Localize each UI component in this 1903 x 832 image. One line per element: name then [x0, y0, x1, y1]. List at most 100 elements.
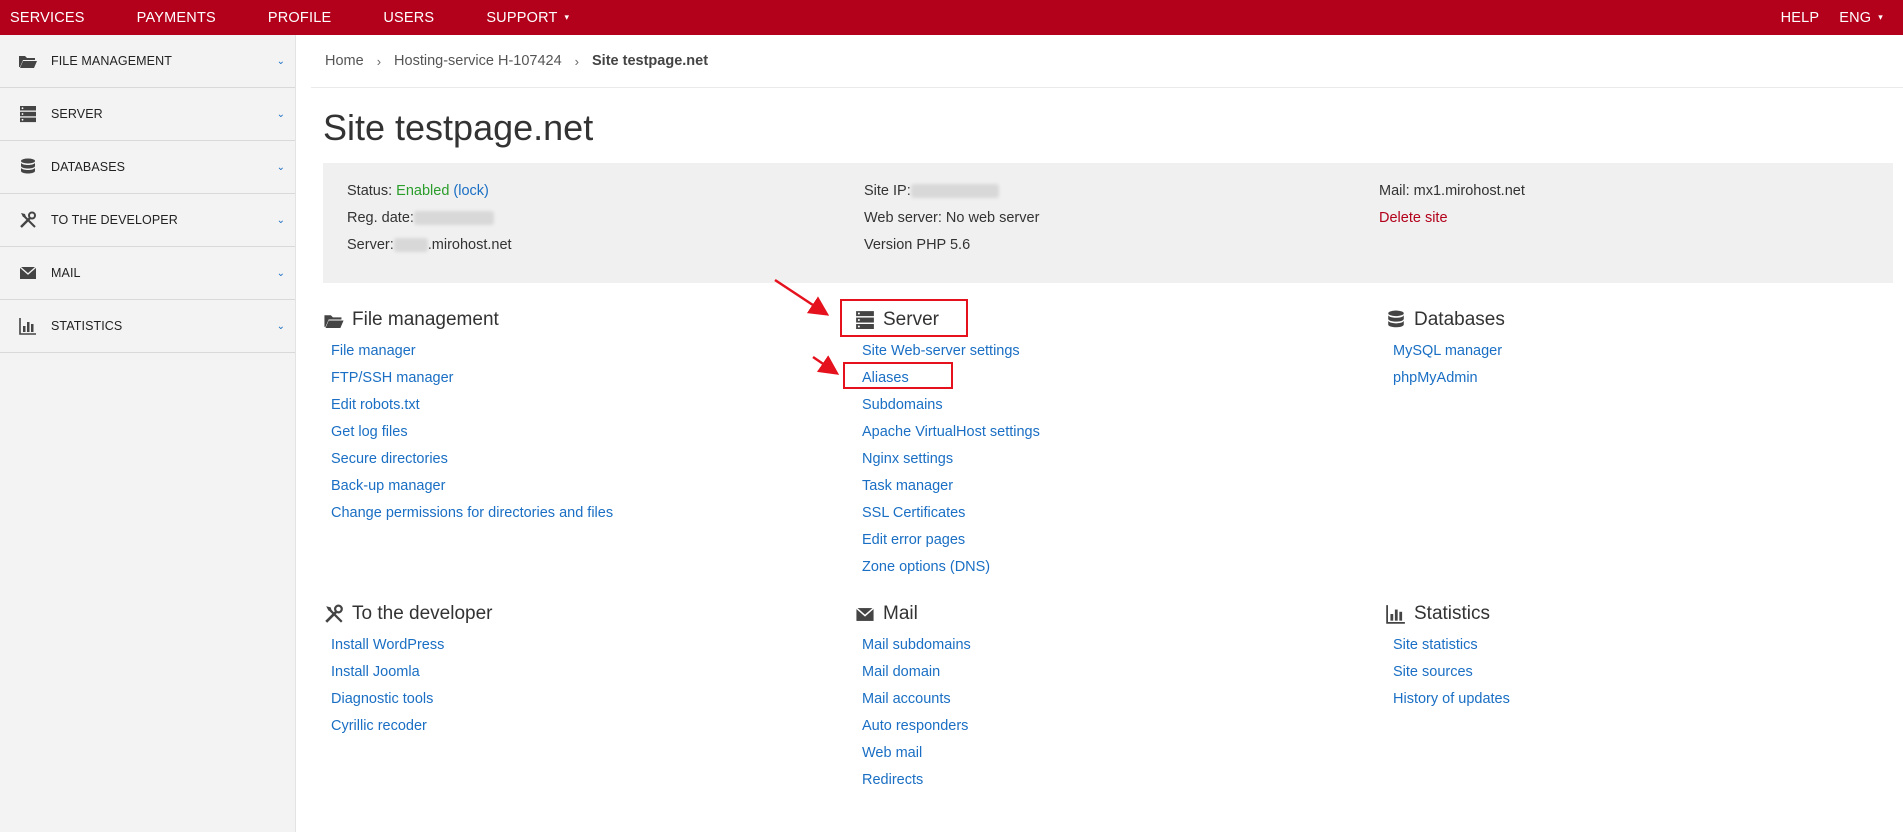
- php-version-line: Version PHP 5.6: [864, 237, 971, 253]
- section-title: Databases: [1414, 309, 1505, 330]
- sidebar-item-mail[interactable]: MAIL ⌄: [0, 247, 295, 300]
- link-ssl-certificates[interactable]: SSL Certificates: [862, 500, 1040, 527]
- chevron-right-icon: ›: [574, 53, 580, 69]
- status-badge: Enabled: [396, 183, 450, 199]
- nav-users[interactable]: USERS: [373, 0, 444, 35]
- link-edit-error-pages[interactable]: Edit error pages: [862, 527, 1040, 554]
- tools-icon: [323, 604, 345, 623]
- site-ip-label: Site IP:: [864, 183, 911, 199]
- nav-profile[interactable]: PROFILE: [258, 0, 341, 35]
- link-redirects[interactable]: Redirects: [862, 767, 971, 794]
- sidebar-item-databases[interactable]: DATABASES ⌄: [0, 141, 295, 194]
- database-icon: [18, 158, 38, 176]
- nav-services[interactable]: SERVICES: [0, 0, 95, 35]
- link-history-of-updates[interactable]: History of updates: [1393, 686, 1510, 713]
- breadcrumb-home[interactable]: Home: [325, 53, 364, 69]
- page-title: Site testpage.net: [323, 107, 594, 148]
- breadcrumb-current: Site testpage.net: [592, 53, 709, 69]
- link-install-wordpress[interactable]: Install WordPress: [331, 632, 493, 659]
- link-web-mail[interactable]: Web mail: [862, 740, 971, 767]
- mail-line: Mail: mx1.mirohost.net: [1379, 183, 1525, 199]
- envelope-icon: [854, 605, 876, 623]
- link-task-manager[interactable]: Task manager: [862, 473, 1040, 500]
- sidebar-item-label: DATABASES: [51, 160, 126, 174]
- annotation-arrow-server: [774, 278, 830, 316]
- section-title: Mail: [883, 603, 918, 624]
- nav-payments[interactable]: PAYMENTS: [127, 0, 226, 35]
- sidebar-item-statistics[interactable]: STATISTICS ⌄: [0, 300, 295, 353]
- section-title: File management: [352, 309, 499, 330]
- server-value: .mirohost.net: [427, 237, 512, 253]
- chevron-down-icon: ▾: [1878, 12, 1883, 22]
- top-navigation-bar: SERVICES PAYMENTS PROFILE USERS SUPPORT …: [0, 0, 1903, 35]
- chevron-down-icon: ▾: [564, 12, 570, 22]
- link-nginx-settings[interactable]: Nginx settings: [862, 446, 1040, 473]
- section-databases: Databases MySQL manager phpMyAdmin: [1385, 307, 1505, 392]
- link-change-permissions[interactable]: Change permissions for directories and f…: [331, 500, 613, 527]
- sidebar-item-file-management[interactable]: FILE MANAGEMENT ⌄: [0, 35, 295, 88]
- link-secure-directories[interactable]: Secure directories: [331, 446, 613, 473]
- language-selector[interactable]: ENG ▾: [1829, 0, 1893, 35]
- link-ftp-ssh-manager[interactable]: FTP/SSH manager: [331, 365, 613, 392]
- link-file-manager[interactable]: File manager: [331, 338, 613, 365]
- nav-help[interactable]: HELP: [1771, 0, 1830, 35]
- breadcrumb: Home › Hosting-service H-107424 › Site t…: [325, 35, 708, 87]
- section-server: Server Site Web-server settings Aliases …: [854, 307, 1040, 581]
- link-mail-accounts[interactable]: Mail accounts: [862, 686, 971, 713]
- server-icon: [18, 105, 38, 123]
- redacted-value: [910, 184, 999, 199]
- redacted-value: [393, 238, 428, 253]
- breadcrumb-hosting-service[interactable]: Hosting-service H-107424: [394, 53, 562, 69]
- chevron-down-icon: ⌄: [276, 214, 285, 226]
- lock-link[interactable]: (lock): [453, 183, 488, 199]
- reg-date-line: Reg. date:: [347, 210, 494, 226]
- sidebar-item-developer[interactable]: TO THE DEVELOPER ⌄: [0, 194, 295, 247]
- status-label: Status:: [347, 183, 393, 199]
- link-cyrillic-recoder[interactable]: Cyrillic recoder: [331, 713, 493, 740]
- database-icon: [1385, 310, 1407, 329]
- chevron-down-icon: ⌄: [276, 320, 285, 332]
- link-apache-virtualhost[interactable]: Apache VirtualHost settings: [862, 419, 1040, 446]
- section-file-management: File management File manager FTP/SSH man…: [323, 307, 613, 527]
- bar-chart-icon: [1385, 605, 1407, 624]
- link-zone-options[interactable]: Zone options (DNS): [862, 554, 1040, 581]
- section-title: To the developer: [352, 603, 493, 624]
- nav-support-label: SUPPORT: [486, 9, 558, 26]
- link-diagnostic-tools[interactable]: Diagnostic tools: [331, 686, 493, 713]
- sidebar-item-label: FILE MANAGEMENT: [51, 54, 172, 68]
- link-auto-responders[interactable]: Auto responders: [862, 713, 971, 740]
- section-title: Statistics: [1414, 603, 1491, 624]
- site-info-panel: Status: Enabled (lock) Reg. date: Server…: [323, 163, 1893, 283]
- folder-icon: [18, 52, 38, 70]
- link-install-joomla[interactable]: Install Joomla: [331, 659, 493, 686]
- sidebar-item-label: STATISTICS: [51, 319, 123, 333]
- web-server-line: Web server: No web server: [864, 210, 1040, 226]
- link-site-statistics[interactable]: Site statistics: [1393, 632, 1510, 659]
- nav-support[interactable]: SUPPORT ▾: [476, 0, 579, 35]
- chevron-down-icon: ⌄: [276, 267, 285, 279]
- link-edit-robots[interactable]: Edit robots.txt: [331, 392, 613, 419]
- link-mysql-manager[interactable]: MySQL manager: [1393, 338, 1505, 365]
- link-get-log-files[interactable]: Get log files: [331, 419, 613, 446]
- section-developer: To the developer Install WordPress Insta…: [323, 601, 493, 740]
- link-mail-subdomains[interactable]: Mail subdomains: [862, 632, 971, 659]
- chevron-down-icon: ⌄: [276, 55, 285, 67]
- main-content: Home › Hosting-service H-107424 › Site t…: [297, 35, 1903, 832]
- site-ip-line: Site IP:: [864, 183, 999, 199]
- link-mail-domain[interactable]: Mail domain: [862, 659, 971, 686]
- chevron-down-icon: ⌄: [276, 161, 285, 173]
- sidebar-item-server[interactable]: SERVER ⌄: [0, 88, 295, 141]
- chevron-down-icon: ⌄: [276, 108, 285, 120]
- folder-icon: [323, 311, 345, 329]
- link-site-sources[interactable]: Site sources: [1393, 659, 1510, 686]
- status-line: Status: Enabled (lock): [347, 183, 489, 199]
- link-web-server-settings[interactable]: Site Web-server settings: [862, 338, 1040, 365]
- link-phpmyadmin[interactable]: phpMyAdmin: [1393, 365, 1505, 392]
- annotation-arrow-aliases: [812, 355, 840, 375]
- delete-site-link[interactable]: Delete site: [1379, 210, 1448, 226]
- link-backup-manager[interactable]: Back-up manager: [331, 473, 613, 500]
- link-subdomains[interactable]: Subdomains: [862, 392, 1040, 419]
- annotation-highlight-server: [840, 299, 968, 337]
- reg-date-label: Reg. date:: [347, 210, 414, 226]
- sidebar-item-label: TO THE DEVELOPER: [51, 213, 178, 227]
